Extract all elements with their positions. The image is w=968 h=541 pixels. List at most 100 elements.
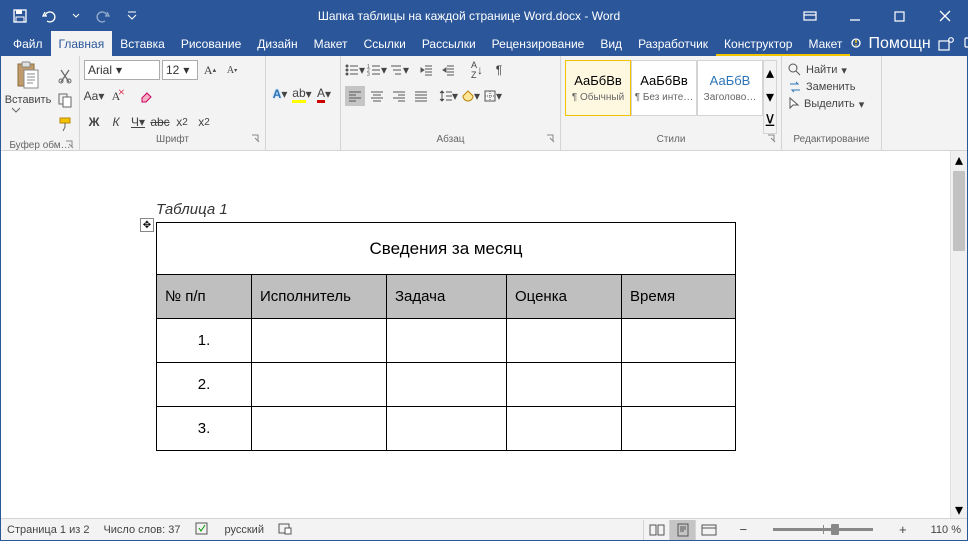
shrink-font-button[interactable]: A▾ xyxy=(222,60,242,80)
tab-table-layout[interactable]: Макет xyxy=(800,31,850,56)
text-effects-button[interactable]: A▾ xyxy=(270,84,290,104)
style-normal[interactable]: АаБбВв¶ Обычный xyxy=(565,60,631,116)
font-dialog-launcher[interactable] xyxy=(250,134,262,146)
style-heading1[interactable]: АаБбВЗаголово… xyxy=(697,60,763,116)
macro-record-icon[interactable] xyxy=(278,521,292,538)
scroll-up-icon[interactable]: ▴ xyxy=(951,151,967,168)
replace-button[interactable]: Заменить xyxy=(786,80,866,94)
clear-format-button[interactable]: A⨯ xyxy=(106,86,126,106)
scroll-thumb[interactable] xyxy=(953,171,965,251)
show-marks-button[interactable]: ¶ xyxy=(489,60,509,80)
table-caption[interactable]: Таблица 1 xyxy=(156,201,937,218)
table-header[interactable]: Задача xyxy=(387,275,507,319)
tab-table-design[interactable]: Конструктор xyxy=(716,31,800,56)
undo-dropdown[interactable] xyxy=(63,4,89,28)
window-controls xyxy=(787,1,967,31)
table-move-handle[interactable]: ✥ xyxy=(140,218,154,232)
document-table[interactable]: Сведения за месяц № п/п Исполнитель Зада… xyxy=(156,222,736,451)
table-header[interactable]: Оценка xyxy=(507,275,622,319)
subscript-button[interactable]: x2 xyxy=(172,112,192,132)
italic-button[interactable]: К xyxy=(106,112,126,132)
tab-home[interactable]: Главная xyxy=(51,31,113,56)
eraser-button[interactable] xyxy=(136,86,156,106)
copy-button[interactable] xyxy=(55,90,75,110)
bullets-button[interactable]: ▾ xyxy=(345,60,365,80)
close-button[interactable] xyxy=(922,1,967,31)
format-painter-button[interactable] xyxy=(55,114,75,134)
view-web-layout[interactable] xyxy=(695,520,721,540)
underline-button[interactable]: Ч▾ xyxy=(128,112,148,132)
status-page[interactable]: Страница 1 из 2 xyxy=(7,524,89,536)
zoom-slider[interactable] xyxy=(773,528,873,531)
redo-button[interactable] xyxy=(91,4,117,28)
styles-dialog-launcher[interactable] xyxy=(766,134,778,146)
table-header[interactable]: № п/п xyxy=(157,275,252,319)
change-case-button[interactable]: Aa▾ xyxy=(84,86,104,106)
bold-button[interactable]: Ж xyxy=(84,112,104,132)
minimize-button[interactable] xyxy=(832,1,877,31)
tab-developer[interactable]: Разработчик xyxy=(630,31,716,56)
style-no-spacing[interactable]: АаБбВв¶ Без инте… xyxy=(631,60,697,116)
spell-check-icon[interactable] xyxy=(195,521,211,538)
cut-button[interactable] xyxy=(55,66,75,86)
font-size-combo[interactable]: 12▾ xyxy=(162,60,198,80)
tab-design[interactable]: Дизайн xyxy=(249,31,305,56)
status-language[interactable]: русский xyxy=(225,524,264,536)
view-print-layout[interactable] xyxy=(669,520,695,540)
table-row[interactable]: 1. xyxy=(157,319,736,363)
table-header-row[interactable]: № п/п Исполнитель Задача Оценка Время xyxy=(157,275,736,319)
line-spacing-button[interactable]: ▾ xyxy=(439,86,459,106)
align-right-button[interactable] xyxy=(389,86,409,106)
ribbon-options-button[interactable] xyxy=(787,1,832,31)
tab-file[interactable]: Файл xyxy=(5,31,51,56)
zoom-level[interactable]: 110 % xyxy=(931,524,961,536)
superscript-button[interactable]: x2 xyxy=(194,112,214,132)
highlight-button[interactable]: ab▾ xyxy=(292,84,312,104)
font-name-combo[interactable]: Arial▾ xyxy=(84,60,160,80)
tab-layout[interactable]: Макет xyxy=(306,31,356,56)
shading-button[interactable]: ▾ xyxy=(461,86,481,106)
maximize-button[interactable] xyxy=(877,1,922,31)
tab-insert[interactable]: Вставка xyxy=(112,31,173,56)
share-button[interactable] xyxy=(935,33,957,55)
tab-review[interactable]: Рецензирование xyxy=(484,31,593,56)
table-row[interactable]: 2. xyxy=(157,363,736,407)
tab-draw[interactable]: Рисование xyxy=(173,31,249,56)
font-color-button[interactable]: A▾ xyxy=(314,84,334,104)
multilevel-button[interactable]: ▾ xyxy=(389,60,409,80)
undo-button[interactable] xyxy=(35,4,61,28)
table-header[interactable]: Время xyxy=(622,275,736,319)
tab-references[interactable]: Ссылки xyxy=(356,31,414,56)
view-read-mode[interactable] xyxy=(643,520,669,540)
qat-customize[interactable] xyxy=(119,4,145,28)
table-title-cell[interactable]: Сведения за месяц xyxy=(157,223,736,275)
zoom-in-button[interactable]: + xyxy=(895,522,911,537)
numbering-button[interactable]: 123▾ xyxy=(367,60,387,80)
find-button[interactable]: Найти ▾ xyxy=(786,62,866,78)
tab-mailings[interactable]: Рассылки xyxy=(414,31,484,56)
tab-view[interactable]: Вид xyxy=(592,31,630,56)
grow-font-button[interactable]: A▴ xyxy=(200,60,220,80)
decrease-indent-button[interactable] xyxy=(417,60,437,80)
borders-button[interactable]: ▾ xyxy=(483,86,503,106)
document-area[interactable]: Таблица 1 ✥ Сведения за месяц № п/п Испо… xyxy=(1,151,967,518)
paragraph-dialog-launcher[interactable] xyxy=(545,134,557,146)
increase-indent-button[interactable] xyxy=(439,60,459,80)
paste-button[interactable]: Вставить xyxy=(5,60,51,140)
style-gallery-more[interactable]: ▴▾⊻ xyxy=(763,60,777,134)
select-button[interactable]: Выделить ▾ xyxy=(786,96,866,112)
vertical-scrollbar[interactable]: ▴ ▾ xyxy=(950,151,967,518)
align-center-button[interactable] xyxy=(367,86,387,106)
save-button[interactable] xyxy=(7,4,33,28)
sort-button[interactable]: AZ↓ xyxy=(467,60,487,80)
strikethrough-button[interactable]: abc xyxy=(150,112,170,132)
status-words[interactable]: Число слов: 37 xyxy=(103,524,180,536)
table-header[interactable]: Исполнитель xyxy=(252,275,387,319)
justify-button[interactable] xyxy=(411,86,431,106)
scroll-down-icon[interactable]: ▾ xyxy=(951,501,967,518)
table-row[interactable]: 3. xyxy=(157,407,736,451)
comments-button[interactable] xyxy=(961,33,968,55)
zoom-out-button[interactable]: − xyxy=(735,522,751,537)
align-left-button[interactable] xyxy=(345,86,365,106)
tell-me-search[interactable]: Помощн xyxy=(850,35,930,53)
